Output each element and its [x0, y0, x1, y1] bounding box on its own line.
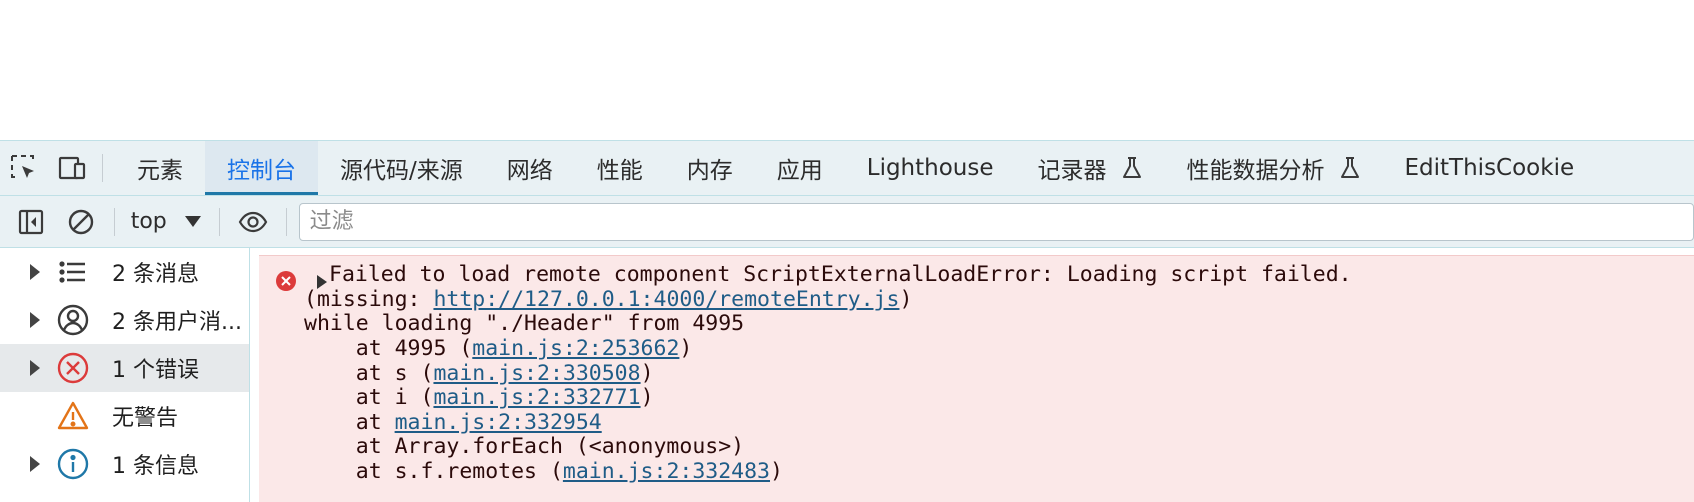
stack-frame: at i (main.js:2:332771)	[304, 385, 654, 411]
sidebar-item-label: 2 条用户消...	[112, 310, 242, 335]
toolbar-separator	[218, 207, 220, 236]
tab-label: 控制台	[227, 158, 296, 184]
stack-frame-suffix: )	[679, 336, 693, 361]
chevron-down-icon	[184, 216, 201, 227]
context-selector[interactable]: top	[123, 209, 211, 234]
stack-frame: at s (main.js:2:330508)	[304, 361, 654, 387]
expand-arrow-icon[interactable]	[30, 264, 40, 280]
console-output: Failed to load remote component ScriptEx…	[250, 248, 1694, 502]
tab-10[interactable]: EditThisCookie	[1383, 141, 1597, 195]
stack-frame-suffix: )	[770, 458, 783, 484]
expand-arrow-icon[interactable]	[30, 456, 40, 472]
tab-label: 记录器	[1037, 158, 1107, 184]
sidebar-item-errors[interactable]: 1 个错误	[0, 344, 249, 392]
source-link[interactable]: main.js:2:332771	[433, 385, 640, 410]
error-missing-prefix: (missing:	[304, 287, 434, 312]
tab-9[interactable]: 性能数据分析	[1165, 141, 1383, 195]
live-expression-eye-icon[interactable]	[228, 197, 278, 247]
warning-icon	[55, 398, 91, 434]
page-viewport-area	[0, 0, 1694, 140]
filter-input[interactable]	[307, 208, 1694, 235]
stack-frame: at main.js:2:332954	[304, 410, 602, 436]
clear-console-icon[interactable]	[56, 197, 106, 247]
sidebar-item-warnings[interactable]: 无警告	[0, 392, 249, 440]
tab-1[interactable]: 控制台	[205, 141, 318, 195]
tab-label: Lighthouse	[866, 155, 994, 181]
toolbar-separator	[113, 207, 115, 236]
tab-label: 性能数据分析	[1186, 158, 1325, 184]
stack-frame-text: at 4995 (	[304, 336, 473, 361]
error-loading-line: while loading "./Header" from 4995	[304, 311, 745, 336]
device-toolbar-icon[interactable]	[48, 141, 96, 195]
sidebar-item-label: 1 个错误	[112, 358, 199, 383]
tab-2[interactable]: 源代码/来源	[318, 141, 485, 195]
stack-frame-text: at s (	[304, 360, 434, 386]
stack-frame: at 4995 (main.js:2:253662)	[304, 336, 693, 362]
tab-3[interactable]: 网络	[485, 141, 575, 195]
tab-4[interactable]: 性能	[575, 141, 665, 195]
sidebar-item-label: 2 条消息	[112, 262, 199, 287]
expand-arrow-icon[interactable]	[30, 360, 40, 376]
expand-arrow-icon[interactable]	[30, 312, 40, 328]
stack-frame: at s.f.remotes (main.js:2:332483)	[304, 459, 783, 485]
tab-label: 网络	[506, 158, 553, 184]
tab-0[interactable]: 元素	[115, 141, 205, 195]
source-link[interactable]: main.js:2:253662	[472, 336, 679, 361]
error-missing-line: (missing: http://127.0.0.1:4000/remoteEn…	[304, 287, 912, 313]
tab-label: EditThisCookie	[1404, 155, 1575, 181]
tab-label: 元素	[137, 158, 183, 184]
source-link[interactable]: main.js:2:332954	[395, 410, 602, 435]
error-missing-suffix: )	[899, 287, 913, 312]
console-sidebar: 2 条消息 2 条用户消... 1 个错误 无警告 1 条信息	[0, 248, 250, 502]
stack-frame: at Array.forEach (<anonymous>)	[304, 434, 744, 460]
toolbar-separator	[285, 207, 287, 236]
console-toolbar: top	[0, 196, 1694, 248]
sidebar-item-label: 1 条信息	[112, 454, 199, 479]
tab-6[interactable]: 应用	[755, 141, 845, 195]
tab-8[interactable]: 记录器	[1016, 141, 1165, 195]
tab-bar-separator	[102, 154, 103, 182]
error-icon	[276, 271, 296, 291]
devtools-tab-bar: 元素 控制台 源代码/来源 网络 性能 内存 应用 Lighthouse 记录器 性能数据分析 Ed…	[0, 140, 1694, 196]
stack-frame-text: at	[304, 409, 395, 435]
remote-entry-link[interactable]: http://127.0.0.1:4000/remoteEntry.js	[433, 287, 899, 312]
list-icon	[55, 254, 91, 290]
stack-frame-text: at Array.forEach (<anonymous>)	[304, 434, 745, 459]
tab-label: 源代码/来源	[340, 158, 463, 184]
tab-5[interactable]: 内存	[665, 141, 755, 195]
source-link[interactable]: main.js:2:332483	[563, 459, 770, 484]
context-selector-label: top	[130, 209, 167, 234]
experiment-flask-icon	[1340, 157, 1359, 178]
sidebar-item-user-messages[interactable]: 2 条用户消...	[0, 296, 249, 344]
sidebar-toggle-icon[interactable]	[6, 197, 56, 247]
sidebar-item-messages[interactable]: 2 条消息	[0, 248, 249, 296]
tab-label: 性能	[596, 158, 643, 184]
stack-frame-text: at i (	[304, 385, 434, 410]
inspect-element-icon[interactable]	[0, 141, 48, 195]
tab-7[interactable]: Lighthouse	[845, 141, 1016, 195]
error-icon	[55, 350, 91, 386]
sidebar-item-label: 无警告	[112, 406, 179, 431]
source-link[interactable]: main.js:2:330508	[433, 361, 640, 386]
experiment-flask-icon	[1122, 157, 1141, 178]
info-icon	[55, 446, 91, 482]
filter-field[interactable]	[298, 202, 1694, 241]
user-icon	[55, 302, 91, 338]
tab-label: 内存	[686, 158, 733, 184]
stack-frame-suffix: )	[640, 360, 654, 386]
stack-frame-text: at s.f.remotes (	[304, 458, 563, 484]
console-error-message: Failed to load remote component ScriptEx…	[259, 255, 1694, 502]
error-message-text: Failed to load remote component ScriptEx…	[329, 262, 1352, 287]
stack-frame-suffix: )	[640, 385, 654, 410]
sidebar-item-info[interactable]: 1 条信息	[0, 440, 249, 488]
tab-label: 应用	[776, 158, 823, 184]
